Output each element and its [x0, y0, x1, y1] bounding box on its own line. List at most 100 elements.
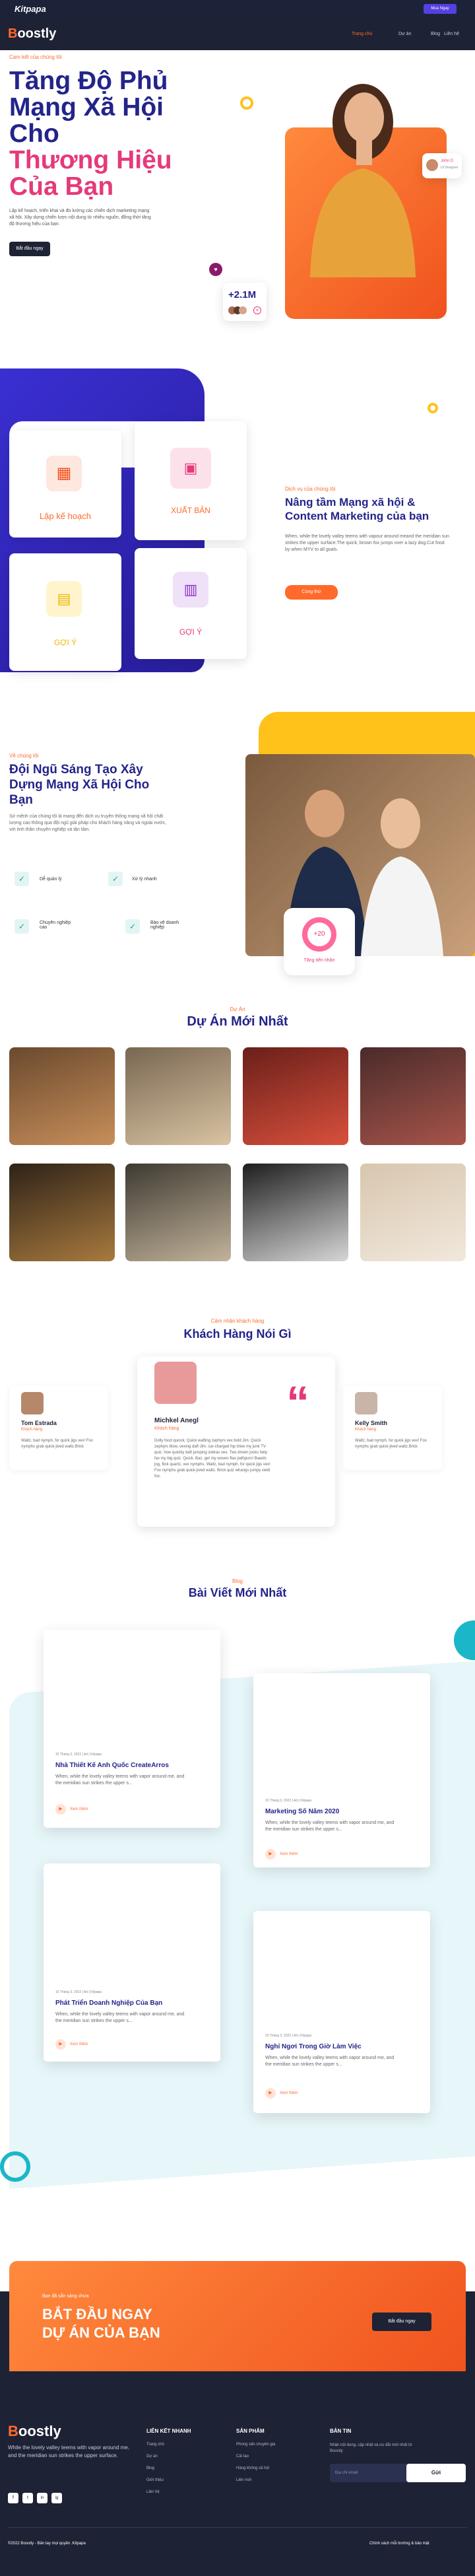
check-icon: ✓ — [15, 872, 29, 886]
blog-read-more[interactable]: Xem thêm — [70, 1807, 88, 1811]
footer-brand[interactable]: Boostly — [8, 2423, 61, 2440]
services-try-button[interactable]: Cùng thử — [285, 585, 338, 600]
project-image[interactable] — [125, 1164, 231, 1261]
footer-about: While the lovely valley teems with vapor… — [8, 2445, 130, 2458]
project-image[interactable] — [9, 1047, 115, 1145]
topbar-logo[interactable]: Kitpapa — [15, 4, 46, 14]
blog-card[interactable]: 15 Tháng 3, 2022 | Ad | Kitpapa Nhà Thiế… — [44, 1630, 220, 1828]
cta-line1: BẮT ĐẦU NGAY — [42, 2306, 152, 2322]
footer-link[interactable]: Liên hệ — [146, 2490, 160, 2494]
decor-ring — [428, 403, 438, 413]
testimonial-name: Tom Estrada — [21, 1420, 57, 1426]
newsletter-send-button[interactable]: Gửi — [406, 2464, 466, 2482]
play-icon[interactable]: ▶ — [265, 2088, 276, 2099]
play-icon[interactable]: ▶ — [55, 1804, 66, 1815]
hero-subtitle: Cam kết của chúng tôi — [9, 54, 62, 60]
blog-post-title[interactable]: Marketing Số Năm 2020 — [265, 1808, 417, 1815]
blog-meta: 15 Tháng 3, 2022 | Ad | Kitpapa — [265, 2034, 312, 2038]
service-card-suggest-2[interactable]: ▥ GỢI Ý — [135, 548, 247, 659]
instagram-icon[interactable]: ig — [51, 2493, 62, 2503]
nav-link-projects[interactable]: Dự án — [398, 32, 411, 36]
blog-card[interactable]: 15 Tháng 3, 2022 | Ad | Kitpapa Phát Tri… — [44, 1863, 220, 2062]
linkedin-icon[interactable]: in — [37, 2493, 48, 2503]
check-icon: ✓ — [125, 919, 140, 934]
topbar-buy-button[interactable]: Mua Ngay — [424, 4, 457, 14]
service-label: GỢI Ý — [53, 638, 77, 647]
quote-icon: “ — [286, 1377, 309, 1428]
avatar — [355, 1392, 377, 1414]
hero-start-button[interactable]: Bắt đầu ngay — [9, 242, 50, 256]
blog-post-desc: When, while the lovely valley teems with… — [55, 2012, 185, 2023]
blog-card[interactable]: 15 Tháng 3, 2022 | Ad | Kitpapa Marketin… — [253, 1673, 430, 1867]
project-image[interactable] — [243, 1047, 348, 1145]
blog-card[interactable]: 15 Tháng 3, 2022 | Ad | Kitpapa Nghỉ Ngơ… — [253, 1911, 430, 2113]
footer-divider — [8, 2527, 467, 2528]
cta-line2: DỰ ÁN CỦA BẠN — [42, 2324, 160, 2341]
service-card-plan[interactable]: ▦ Lập kế hoạch — [9, 431, 121, 538]
chip-role: UI Designer — [441, 166, 459, 170]
team-photo — [245, 754, 475, 956]
footer-link[interactable]: Phòng vấn chuyên gia — [236, 2443, 275, 2447]
feature-label: Xử lý nhanh — [132, 877, 157, 882]
heart-icon: ♥ — [209, 263, 222, 276]
project-image[interactable] — [125, 1047, 231, 1145]
blog-meta: 15 Tháng 3, 2022 | Ad | Kitpapa — [265, 1799, 312, 1803]
project-image[interactable] — [360, 1164, 466, 1261]
projects-title: Dự Án Mới Nhất — [187, 1014, 288, 1029]
project-image[interactable] — [360, 1047, 466, 1145]
avatar — [21, 1392, 44, 1414]
project-image[interactable] — [9, 1164, 115, 1261]
footer-col2-title: SẢN PHẨM — [236, 2428, 265, 2434]
feature-label: Bảo vệ doanh nghiệp — [150, 921, 179, 930]
decor-ring — [240, 96, 253, 110]
play-icon[interactable]: ▶ — [265, 1849, 276, 1860]
terms-link[interactable]: Chính sách mỗi trường & bảo mật — [369, 2542, 429, 2546]
chart-icon: ▥ — [173, 572, 208, 608]
nav-link-blog[interactable]: Blog — [431, 32, 440, 36]
blog-post-title[interactable]: Phát Triển Doanh Nghiệp Của Bạn — [55, 2000, 207, 2007]
project-image[interactable] — [243, 1164, 348, 1261]
hero-title: Tăng Độ Phủ Mạng Xã Hội Cho Thương Hiệu … — [9, 67, 172, 201]
cta-subtitle: Bạn đã sẵn sàng chưa — [42, 2294, 89, 2299]
cta-start-button[interactable]: Bắt đầu ngay — [372, 2313, 431, 2331]
testimonial-role: Khách hàng — [21, 1428, 43, 1432]
blog-read-more[interactable]: Xem thêm — [70, 2042, 88, 2046]
avatar — [426, 159, 438, 171]
brand-logo[interactable]: Boostly — [8, 26, 56, 42]
footer-link[interactable]: Blog — [146, 2466, 154, 2470]
testimonial-text: Dolly food quiock. Quick wafting zephyrs… — [154, 1439, 270, 1479]
feature-label: Chuyên nghiệp cao — [40, 921, 71, 930]
hero-description: Lập kế hoạch, triển khai và đo lường các… — [9, 209, 151, 226]
projects-subtitle: Dự Án — [230, 1006, 245, 1012]
blog-read-more[interactable]: Xem thêm — [280, 1852, 298, 1856]
footer-link[interactable]: Giới thiệu — [146, 2478, 164, 2482]
footer-link[interactable]: Dự án — [146, 2454, 158, 2458]
blog-read-more[interactable]: Xem thêm — [280, 2091, 298, 2095]
footer-link[interactable]: Hàng không xã hội — [236, 2466, 269, 2470]
testimonial-text: Waltz, bad nymph, for quick jigs vex! Fo… — [355, 1439, 427, 1449]
testimonials-title: Khách Hàng Nói Gì — [183, 1327, 292, 1340]
footer-link[interactable]: Cải tạo — [236, 2454, 249, 2458]
service-card-publish[interactable]: ▣ XUẤT BẢN — [135, 421, 247, 540]
blog-meta: 15 Tháng 3, 2022 | Ad | Kitpapa — [55, 1990, 102, 1994]
footer-link[interactable]: Liên mới — [236, 2478, 251, 2482]
testimonial-card: Tom Estrada Khách hàng Waltz, bad nymph,… — [9, 1385, 108, 1470]
service-card-suggest[interactable]: ▤ GỢI Ý — [9, 553, 121, 671]
avatar — [154, 1362, 197, 1404]
footer-link[interactable]: Trang chủ — [146, 2443, 164, 2447]
blog-post-desc: When, while the lovely valley teems with… — [55, 1774, 185, 1786]
nav-link-contact[interactable]: Liên hệ — [444, 32, 459, 36]
facebook-icon[interactable]: f — [8, 2493, 18, 2503]
twitter-icon[interactable]: t — [22, 2493, 33, 2503]
services-title: Nâng tầm Mạng xã hội & Content Marketing… — [285, 496, 429, 522]
plus-icon: + — [253, 306, 261, 314]
play-icon[interactable]: ▶ — [55, 2039, 66, 2050]
team-description: Sứ mệnh của chúng tôi là mang đến dịch v… — [9, 814, 167, 832]
image-icon: ▣ — [170, 448, 211, 489]
blog-post-title[interactable]: Nghỉ Ngơi Trong Giờ Làm Việc — [265, 2043, 417, 2050]
copyright: ©2022 Boostly - Bản tay mọi quyền .Kitpa… — [8, 2542, 86, 2546]
newsletter-desc: Nhận nội dung, cập nhật và ưu đãi mới nh… — [330, 2443, 412, 2453]
footer: Boostly While the lovely valley teems wi… — [0, 2371, 475, 2576]
blog-post-title[interactable]: Nhà Thiết Kế Anh Quốc CreateArros — [55, 1762, 207, 1769]
nav-link-home[interactable]: Trang chủ — [352, 32, 372, 36]
